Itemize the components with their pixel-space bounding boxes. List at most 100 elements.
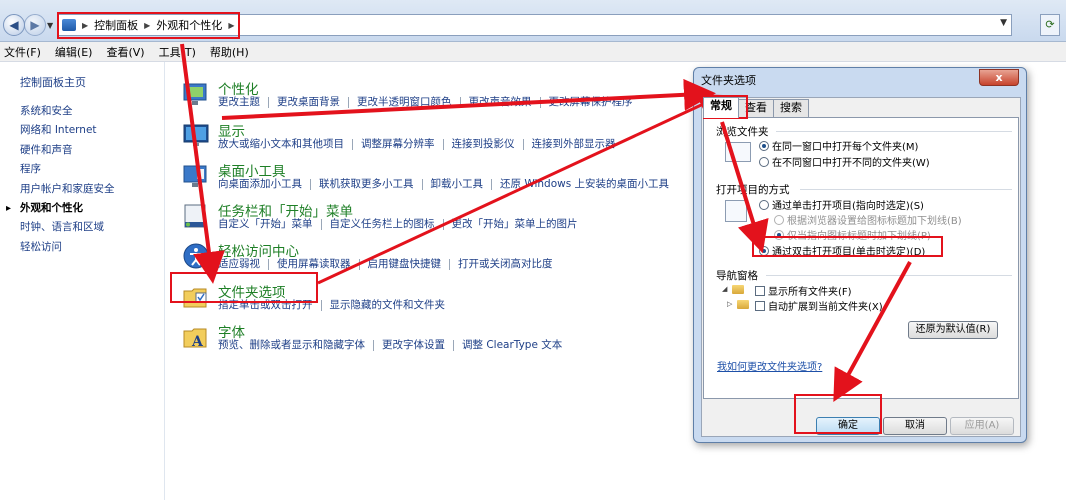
tree-collapse-icon: ▷: [727, 300, 733, 308]
radio-single-click[interactable]: [759, 199, 769, 210]
link-add-gadgets[interactable]: 向桌面添加小工具: [218, 179, 311, 190]
category-personalization: 个性化 更改主题 更改桌面背景 更改半透明窗口颜色 更改声音效果 更改屏幕保护程…: [180, 78, 700, 116]
link-desktop-background[interactable]: 更改桌面背景: [277, 97, 349, 108]
category-links: 放大或缩小文本和其他项目 调整屏幕分辨率 连接到投影仪 连接到外部显示器: [218, 139, 632, 150]
checkbox-show-all-folders[interactable]: [755, 285, 765, 296]
radio-underline-browser: [774, 214, 784, 225]
category-links: 自定义「开始」菜单 自定义任务栏上的图标 更改「开始」菜单上的图片: [218, 219, 594, 230]
left-nav-hardware-sound[interactable]: 硬件和声音: [20, 141, 115, 160]
link-screen-resolution[interactable]: 调整屏幕分辨率: [361, 139, 444, 150]
group-divider: [800, 189, 1012, 190]
left-nav-programs[interactable]: 程序: [20, 160, 115, 179]
left-nav-ease-of-access[interactable]: 轻松访问: [20, 238, 115, 257]
option-same-window[interactable]: 在同一窗口中打开每个文件夹(M): [759, 138, 918, 153]
link-text-size[interactable]: 放大或缩小文本和其他项目: [218, 139, 353, 150]
radio-different-window[interactable]: [759, 156, 769, 167]
link-change-theme[interactable]: 更改主题: [218, 97, 269, 108]
option-label: 在不同窗口中打开不同的文件夹(W): [772, 158, 930, 169]
tab-search[interactable]: 搜索: [773, 99, 809, 117]
tab-general[interactable]: 常规: [703, 97, 739, 118]
category-links: 适应弱视 使用屏幕读取器 启用键盘快捷键 打开或关闭高对比度: [218, 259, 569, 270]
link-cleartype[interactable]: 调整 ClearType 文本: [462, 340, 570, 351]
click-preview-icon: [725, 200, 747, 222]
menu-file[interactable]: 文件(F): [4, 44, 41, 60]
recent-pages-dropdown-icon[interactable]: ▼: [47, 21, 53, 30]
menu-tools[interactable]: 工具(T): [159, 44, 196, 60]
left-nav-appearance[interactable]: 外观和个性化: [20, 199, 115, 218]
radio-same-window[interactable]: [759, 140, 769, 151]
link-get-more-gadgets[interactable]: 联机获取更多小工具: [319, 179, 423, 190]
fonts-icon: A: [183, 328, 207, 350]
dialog-tabs: 常规 查看 搜索: [703, 97, 809, 118]
checkbox-auto-expand[interactable]: [755, 300, 765, 311]
svg-text:A: A: [191, 334, 204, 350]
forward-arrow-icon[interactable]: ▶: [24, 14, 46, 36]
link-restore-gadgets[interactable]: 还原 Windows 上安装的桌面小工具: [500, 179, 677, 190]
category-title[interactable]: 显示: [218, 120, 245, 140]
dialog-title: 文件夹选项: [701, 74, 756, 87]
link-show-hidden-files[interactable]: 显示隐藏的文件和文件夹: [330, 300, 454, 311]
link-uninstall-gadget[interactable]: 卸载小工具: [431, 179, 492, 190]
category-title[interactable]: 任务栏和「开始」菜单: [218, 200, 353, 220]
link-projector[interactable]: 连接到投影仪: [452, 139, 524, 150]
left-nav-list: 系统和安全 网络和 Internet 硬件和声音 程序 用户帐户和家庭安全 外观…: [20, 102, 115, 257]
category-title[interactable]: 桌面小工具: [218, 160, 286, 180]
cancel-button[interactable]: 取消: [883, 417, 947, 435]
menu-edit[interactable]: 编辑(E): [55, 44, 93, 60]
option-auto-expand[interactable]: 自动扩展到当前文件夹(X): [755, 298, 883, 313]
link-keyboard-shortcuts[interactable]: 启用键盘快捷键: [368, 259, 450, 270]
menu-help[interactable]: 帮助(H): [210, 44, 249, 60]
browse-preview-icon: [725, 142, 751, 162]
option-label: 根据浏览器设置给图标标题加下划线(B): [787, 216, 962, 227]
link-screen-reader[interactable]: 使用屏幕读取器: [277, 259, 360, 270]
option-different-window[interactable]: 在不同窗口中打开不同的文件夹(W): [759, 154, 930, 169]
display-icon: [183, 124, 209, 146]
annotation-box-folder-options: [170, 272, 318, 303]
annotation-box-breadcrumb: [57, 12, 240, 39]
address-dropdown-icon[interactable]: ▼: [1000, 18, 1007, 28]
link-window-color[interactable]: 更改半透明窗口颜色: [357, 97, 461, 108]
back-arrow-icon[interactable]: ◀: [3, 14, 25, 36]
open-items-label: 打开项目的方式: [716, 184, 790, 196]
link-low-vision[interactable]: 适应弱视: [218, 259, 269, 270]
link-start-menu-picture[interactable]: 更改「开始」菜单上的图片: [452, 219, 586, 230]
group-divider: [766, 275, 1012, 276]
link-customize-start-menu[interactable]: 自定义「开始」菜单: [218, 219, 322, 230]
taskbar-icon: [184, 204, 206, 228]
link-high-contrast[interactable]: 打开或关闭高对比度: [458, 259, 561, 270]
option-show-all-folders[interactable]: 显示所有文件夹(F): [755, 283, 852, 298]
category-display: 显示 放大或缩小文本和其他项目 调整屏幕分辨率 连接到投影仪 连接到外部显示器: [180, 120, 700, 158]
link-sound-effects[interactable]: 更改声音效果: [469, 97, 541, 108]
navigation-pane-label: 导航窗格: [716, 270, 758, 282]
refresh-icon[interactable]: ⟳: [1040, 14, 1060, 36]
category-title[interactable]: 个性化: [218, 78, 259, 98]
option-label: 在同一窗口中打开每个文件夹(M): [772, 142, 919, 153]
link-font-settings[interactable]: 更改字体设置: [382, 340, 454, 351]
category-title[interactable]: 轻松访问中心: [218, 240, 299, 260]
gadgets-icon: [183, 165, 207, 187]
tree-expand-icon: ◢: [722, 285, 728, 293]
option-label: 自动扩展到当前文件夹(X): [768, 302, 883, 313]
left-nav-network[interactable]: 网络和 Internet: [20, 121, 115, 140]
control-panel-home-link[interactable]: 控制面板主页: [20, 74, 86, 90]
menu-view[interactable]: 查看(V): [106, 44, 144, 60]
apply-button: 应用(A): [950, 417, 1014, 435]
restore-defaults-button[interactable]: 还原为默认值(R): [908, 321, 998, 339]
folder-icon: [737, 300, 749, 309]
link-taskbar-icons[interactable]: 自定义任务栏上的图标: [330, 219, 444, 230]
category-fonts: A 字体 预览、删除或者显示和隐藏字体 更改字体设置 调整 ClearType …: [180, 321, 700, 359]
left-nav-clock-region[interactable]: 时钟、语言和区域: [20, 218, 115, 237]
help-link[interactable]: 我如何更改文件夹选项?: [717, 358, 822, 373]
category-links: 预览、删除或者显示和隐藏字体 更改字体设置 调整 ClearType 文本: [218, 340, 578, 351]
link-preview-fonts[interactable]: 预览、删除或者显示和隐藏字体: [218, 340, 374, 351]
link-screen-saver[interactable]: 更改屏幕保护程序: [549, 97, 641, 108]
left-nav-user-accounts[interactable]: 用户帐户和家庭安全: [20, 180, 115, 199]
option-single-click[interactable]: 通过单击打开项目(指向时选定)(S): [759, 197, 924, 212]
left-nav-system-security[interactable]: 系统和安全: [20, 102, 115, 121]
link-external-display[interactable]: 连接到外部显示器: [532, 139, 624, 150]
folder-icon: [732, 285, 744, 294]
close-icon[interactable]: x: [979, 69, 1019, 86]
option-label: 通过单击打开项目(指向时选定)(S): [772, 201, 924, 212]
category-title[interactable]: 字体: [218, 321, 245, 341]
annotation-box-ok: [794, 394, 882, 434]
